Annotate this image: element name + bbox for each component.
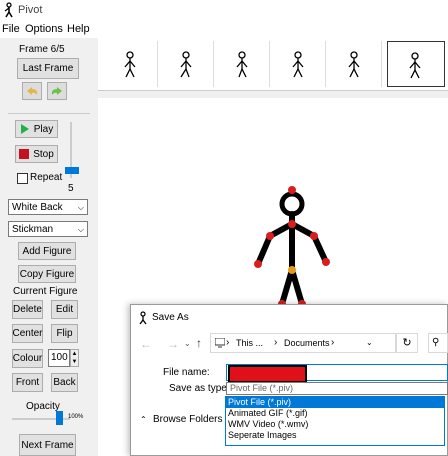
- next-frame-button[interactable]: Next Frame: [19, 434, 76, 456]
- stickman-thumb-icon: [180, 51, 192, 78]
- title-bar: Pivot: [0, 0, 448, 20]
- flip-button[interactable]: Flip: [51, 324, 78, 343]
- speed-slider-thumb[interactable]: [65, 167, 79, 174]
- frame-thumb-3[interactable]: [214, 41, 270, 87]
- redo-icon: [51, 87, 62, 95]
- breadcrumb-this-pc[interactable]: This ...: [236, 338, 263, 348]
- menu-options[interactable]: Options: [25, 23, 63, 35]
- center-button[interactable]: Center: [12, 324, 43, 343]
- frame-thumb-1[interactable]: [102, 41, 158, 87]
- colour-spinner[interactable]: ▲ ▼: [70, 349, 79, 367]
- stickman-thumb-icon: [292, 51, 304, 78]
- back-button[interactable]: Back: [51, 373, 78, 392]
- play-button[interactable]: Play: [15, 120, 58, 138]
- stop-label: Stop: [33, 148, 54, 160]
- play-icon: [20, 124, 29, 134]
- breadcrumb-sep-icon: ›: [226, 337, 230, 348]
- forward-arrow-icon[interactable]: →: [167, 337, 179, 351]
- repeat-checkbox[interactable]: [17, 173, 28, 184]
- menu-help[interactable]: Help: [67, 23, 90, 35]
- stop-button[interactable]: Stop: [15, 145, 58, 163]
- dialog-title: Save As: [152, 312, 189, 323]
- chevron-down-icon: ⌵: [77, 225, 84, 234]
- figure-type-select-value: Stickman: [12, 223, 54, 235]
- frame-strip: [98, 38, 448, 91]
- add-figure-button[interactable]: Add Figure: [18, 242, 76, 260]
- browse-folders-toggle[interactable]: Browse Folders: [153, 414, 222, 425]
- app-title: Pivot: [18, 4, 43, 16]
- copy-figure-button[interactable]: Copy Figure: [18, 265, 76, 283]
- refresh-icon[interactable]: ↻: [396, 333, 418, 353]
- save-as-type-select[interactable]: Pivot File (*.piv): [226, 382, 448, 395]
- frame-thumb-2[interactable]: [158, 41, 214, 87]
- play-label: Play: [33, 123, 54, 135]
- menu-bar: File Options Help: [0, 20, 448, 38]
- colour-button[interactable]: Colour: [12, 349, 43, 368]
- undo-button[interactable]: [22, 82, 42, 100]
- redaction-block: [230, 367, 305, 381]
- stickman-thumb-icon: [236, 51, 248, 78]
- frame-thumb-5[interactable]: [326, 41, 382, 87]
- redo-button[interactable]: [47, 82, 67, 100]
- figure-type-select[interactable]: Stickman ⌵: [8, 221, 88, 237]
- opacity-slider-thumb[interactable]: [56, 411, 63, 425]
- edit-button[interactable]: Edit: [51, 300, 78, 319]
- up-arrow-icon[interactable]: ↑: [196, 336, 202, 350]
- colour-input[interactable]: 100: [48, 349, 70, 367]
- delete-button[interactable]: Delete: [12, 300, 43, 319]
- frame-thumb-4[interactable]: [270, 41, 326, 87]
- menu-file[interactable]: File: [2, 23, 20, 35]
- dropdown-option-gif[interactable]: Animated GIF (*.gif): [226, 408, 444, 419]
- recent-locations-icon[interactable]: ⌄: [184, 339, 191, 348]
- app-icon: [139, 311, 147, 325]
- breadcrumb-sep-icon: ›: [274, 337, 278, 348]
- left-panel: Frame 6/5 Last Frame Play Stop Repeat 5 …: [0, 38, 98, 456]
- frame-thumb-6-selected[interactable]: [387, 41, 445, 87]
- address-bar[interactable]: › This ... › Documents › ⌄: [210, 333, 396, 353]
- breadcrumb-sep-icon: ›: [331, 337, 335, 348]
- pc-icon: [215, 338, 225, 348]
- save-as-type-dropdown-list: Pivot File (*.piv) Animated GIF (*.gif) …: [225, 396, 445, 446]
- stop-icon: [19, 149, 30, 159]
- stickman-thumb-icon: [409, 52, 421, 79]
- app-icon: [4, 2, 13, 18]
- back-arrow-icon[interactable]: ←: [140, 337, 152, 351]
- dropdown-option-images[interactable]: Seperate Images: [226, 430, 444, 441]
- dropdown-option-piv[interactable]: Pivot File (*.piv): [226, 397, 444, 408]
- speed-value: 5: [68, 183, 74, 194]
- chevron-down-icon: ⌵: [77, 203, 84, 212]
- breadcrumb-documents[interactable]: Documents: [284, 338, 330, 348]
- undo-icon: [27, 87, 38, 95]
- stickman-thumb-icon: [348, 51, 360, 78]
- stickman-thumb-icon: [124, 51, 136, 78]
- last-frame-button[interactable]: Last Frame: [17, 58, 79, 79]
- search-icon[interactable]: ⚲: [428, 333, 448, 353]
- file-name-label: File name:: [163, 367, 210, 378]
- front-button[interactable]: Front: [12, 373, 43, 392]
- repeat-label: Repeat: [30, 172, 63, 183]
- chevron-up-icon[interactable]: ⌃: [140, 415, 147, 424]
- frame-counter: Frame 6/5: [19, 44, 65, 55]
- current-figure-label: Current Figure: [13, 286, 78, 297]
- opacity-value: 100%: [68, 414, 84, 420]
- dropdown-option-wmv[interactable]: WMV Video (*.wmv): [226, 419, 444, 430]
- background-select-value: White Back: [12, 201, 63, 213]
- save-as-type-label: Save as type:: [169, 383, 230, 394]
- background-select[interactable]: White Back ⌵: [8, 199, 88, 215]
- chevron-down-icon[interactable]: ⌄: [366, 338, 373, 347]
- opacity-label: Opacity: [26, 401, 60, 412]
